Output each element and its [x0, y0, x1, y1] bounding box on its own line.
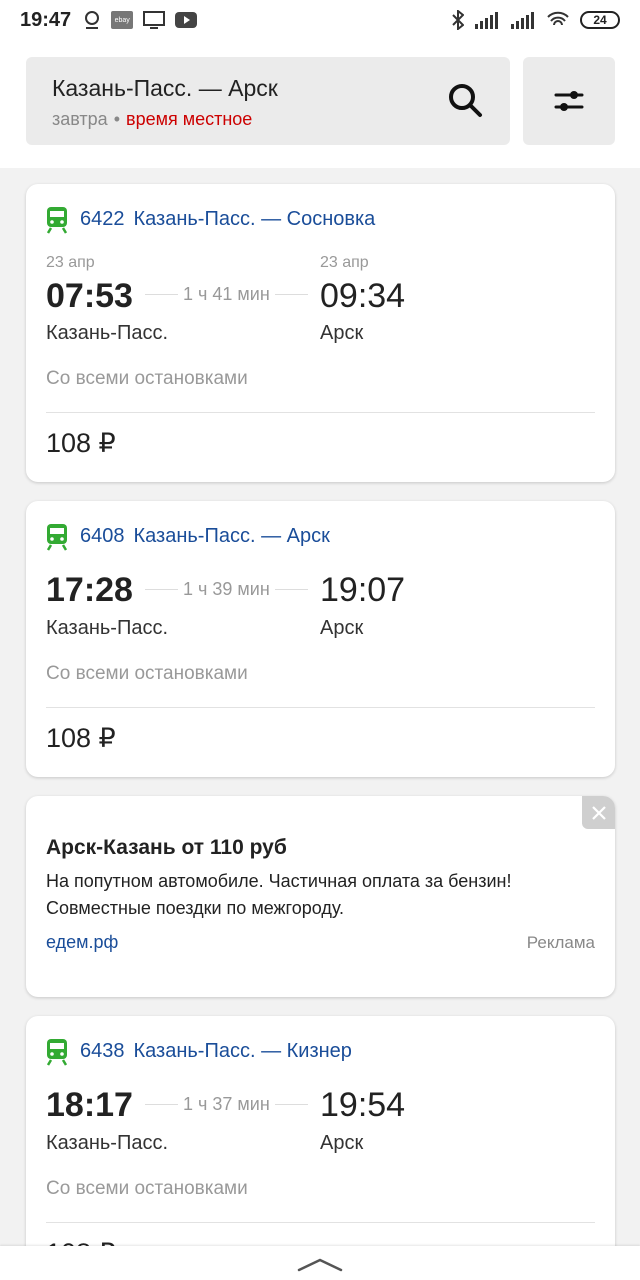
- route-title: Казань-Пасс. — Арск: [52, 75, 278, 101]
- ticket-price: 108 ₽: [46, 428, 116, 458]
- train-number[interactable]: 6438: [80, 1040, 125, 1063]
- arrival-station: Арск: [320, 617, 364, 639]
- separator-dot: •: [113, 109, 121, 129]
- train-number[interactable]: 6408: [80, 525, 125, 548]
- train-header: 6422 Казань-Пасс. — Сосновка: [46, 204, 375, 234]
- departure-time: 17:28: [46, 571, 133, 609]
- battery-indicator: 24: [580, 11, 620, 29]
- bluetooth-icon: [452, 10, 464, 30]
- train-header: 6408 Казань-Пасс. — Арск: [46, 521, 330, 551]
- train-icon: [46, 1039, 68, 1066]
- wifi-icon: [546, 11, 570, 29]
- divider: [46, 1222, 595, 1223]
- train-route[interactable]: Казань-Пасс. — Арск: [134, 525, 330, 548]
- train-icon: [46, 207, 68, 234]
- search-header: Казань-Пасс. — Арск завтра • время местное: [0, 40, 640, 168]
- arrival-time: 19:54: [320, 1086, 406, 1124]
- arrival-station: Арск: [320, 322, 364, 344]
- filter-button[interactable]: [523, 57, 615, 145]
- arrival-time: 09:34: [320, 277, 406, 315]
- ad-link[interactable]: едем.рф: [46, 932, 118, 953]
- stops-info: Со всеми остановками: [46, 663, 248, 684]
- arrival-time: 19:07: [320, 571, 406, 609]
- close-icon: [591, 805, 606, 820]
- status-bar: 19:47 ebay 24: [0, 0, 640, 40]
- stops-info: Со всеми остановками: [46, 1178, 248, 1199]
- trip-card[interactable]: 6408 Казань-Пасс. — Арск 17:28 1 ч 39 ми…: [26, 501, 615, 777]
- stops-info: Со всеми остановками: [46, 368, 248, 389]
- search-icon: [449, 84, 482, 117]
- departure-station: Казань-Пасс.: [46, 322, 169, 344]
- status-time: 19:47: [20, 8, 72, 31]
- train-route[interactable]: Казань-Пасс. — Кизнер: [134, 1040, 352, 1063]
- departure-time: 07:53: [46, 277, 133, 315]
- ad-text: На попутном автомобиле. Частичная оплата…: [46, 871, 512, 918]
- ad-label: Реклама: [526, 933, 595, 952]
- search-button[interactable]: [444, 79, 488, 123]
- time-mode[interactable]: время местное: [126, 109, 252, 129]
- location-pin-icon: [83, 10, 101, 30]
- ad-close-button[interactable]: [582, 796, 615, 829]
- trip-duration: 1 ч 41 мин: [140, 284, 313, 305]
- ad-title[interactable]: Арск-Казань от 110 руб: [46, 836, 287, 860]
- train-number[interactable]: 6422: [80, 208, 125, 231]
- departure-time: 18:17: [46, 1086, 133, 1124]
- route-subtitle: завтра • время местное: [52, 109, 252, 130]
- train-route[interactable]: Казань-Пасс. — Сосновка: [134, 208, 376, 231]
- departure-station: Казань-Пасс.: [46, 1132, 169, 1154]
- ad-card[interactable]: Арск-Казань от 110 руб На попутном автом…: [26, 796, 615, 997]
- train-icon: [46, 524, 68, 551]
- train-header: 6438 Казань-Пасс. — Кизнер: [46, 1036, 352, 1066]
- departure-station: Казань-Пасс.: [46, 617, 169, 639]
- trip-duration: 1 ч 37 мин: [140, 1094, 313, 1115]
- trip-duration: 1 ч 39 мин: [140, 579, 313, 600]
- ticket-price: 108 ₽: [46, 723, 116, 753]
- signal-icon: [510, 11, 536, 29]
- bottom-sheet-handle[interactable]: [0, 1246, 640, 1280]
- divider: [46, 707, 595, 708]
- route-day: завтра: [52, 109, 108, 129]
- divider: [46, 412, 595, 413]
- trip-card[interactable]: 6438 Казань-Пасс. — Кизнер 18:17 1 ч 37 …: [26, 1016, 615, 1280]
- chevron-up-icon: [297, 1258, 343, 1272]
- filter-sliders-icon: [554, 91, 584, 111]
- monitor-icon: [143, 11, 166, 29]
- arrival-date: 23 апр: [320, 254, 369, 271]
- route-summary[interactable]: Казань-Пасс. — Арск завтра • время местное: [26, 57, 510, 145]
- trip-card[interactable]: 6422 Казань-Пасс. — Сосновка 23 апр 23 а…: [26, 184, 615, 482]
- arrival-station: Арск: [320, 1132, 364, 1154]
- ebay-icon: ebay: [111, 11, 134, 29]
- departure-date: 23 апр: [46, 254, 95, 271]
- signal-icon: [474, 11, 500, 29]
- youtube-icon: [175, 12, 198, 28]
